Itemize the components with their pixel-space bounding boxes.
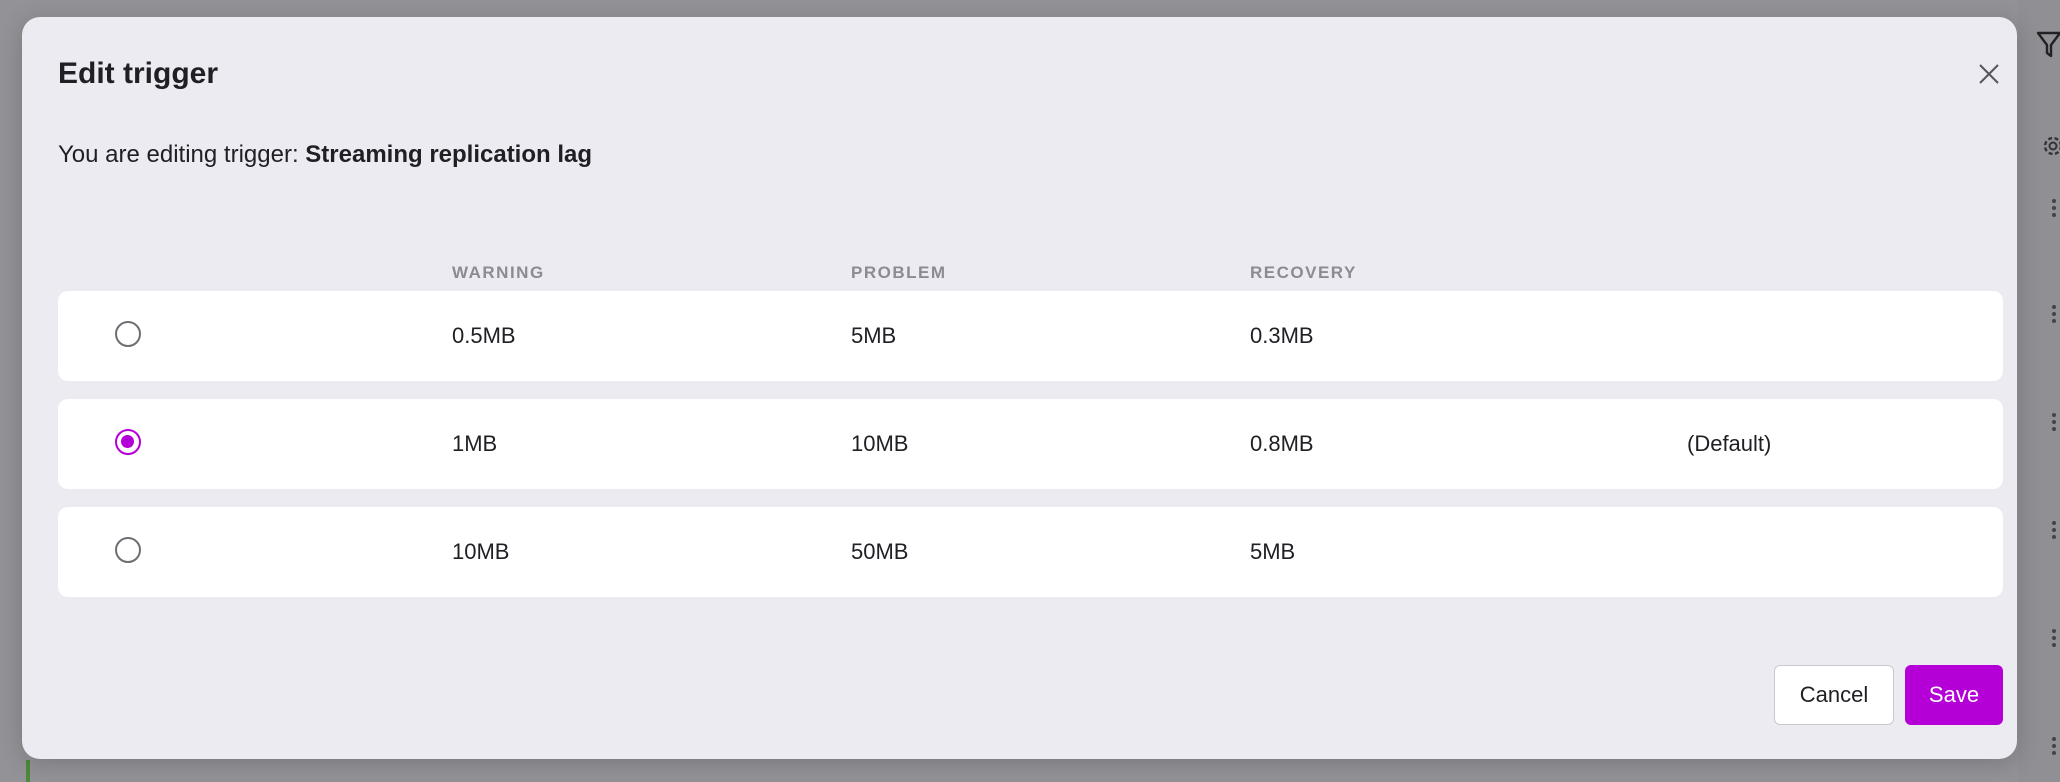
recovery-value: 0.3MB (1250, 323, 1314, 348)
option-radio[interactable] (115, 429, 141, 455)
recovery-value: 5MB (1250, 539, 1296, 564)
save-button[interactable]: Save (1905, 665, 2003, 725)
background-status-bar (26, 760, 30, 782)
recovery-value: 0.8MB (1250, 431, 1314, 456)
threshold-option-row[interactable]: 1MB 10MB 0.8MB (Default) (58, 399, 2003, 489)
threshold-option-row[interactable]: 10MB 50MB 5MB (58, 507, 2003, 597)
warning-value: 0.5MB (452, 323, 516, 348)
dialog-subtitle: You are editing trigger: Streaming repli… (58, 141, 592, 169)
trigger-name: Streaming replication lag (305, 141, 593, 168)
problem-value: 10MB (851, 431, 909, 456)
subtitle-prefix: You are editing trigger: (58, 141, 306, 168)
filter-icon (2036, 30, 2060, 60)
more-vertical-icon (2052, 626, 2058, 650)
column-header-warning: WARNING (452, 263, 545, 282)
column-header-recovery: RECOVERY (1250, 263, 1357, 282)
more-vertical-icon (2052, 518, 2058, 542)
more-vertical-icon (2052, 196, 2058, 220)
more-vertical-icon (2052, 302, 2058, 326)
warning-value: 1MB (452, 431, 498, 456)
option-radio[interactable] (115, 321, 141, 347)
option-radio[interactable] (115, 537, 141, 563)
cancel-button[interactable]: Cancel (1774, 665, 1894, 725)
background-app-panel (2018, 0, 2060, 782)
default-label: (Default) (1687, 431, 1772, 456)
warning-value: 10MB (452, 539, 510, 564)
column-header-problem: PROBLEM (851, 263, 947, 282)
dialog-title: Edit trigger (58, 57, 219, 90)
edit-trigger-dialog: Edit trigger You are editing trigger: St… (22, 17, 2017, 759)
threshold-option-row[interactable]: 0.5MB 5MB 0.3MB (58, 291, 2003, 381)
more-vertical-icon (2052, 734, 2058, 758)
problem-value: 5MB (851, 323, 897, 348)
close-button[interactable] (1972, 57, 2006, 91)
gear-icon (2040, 133, 2060, 164)
close-icon (1972, 64, 2006, 95)
more-vertical-icon (2052, 410, 2058, 434)
problem-value: 50MB (851, 539, 909, 564)
